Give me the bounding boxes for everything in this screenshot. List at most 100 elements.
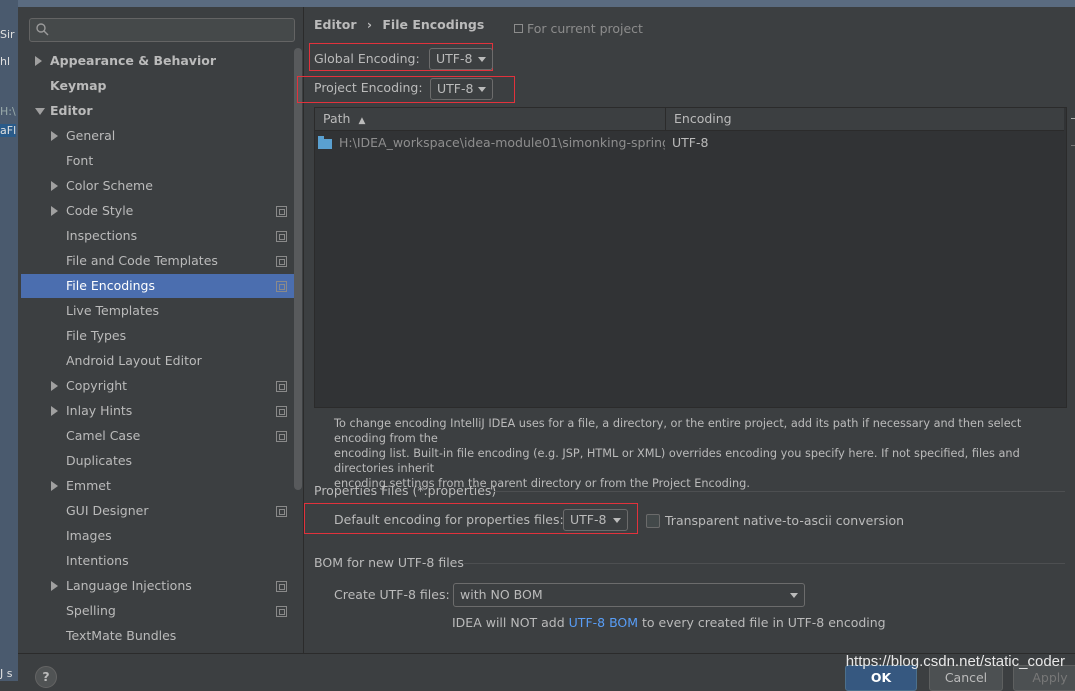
sidebar-item-label: Intentions (66, 553, 129, 568)
sidebar-item-appearance-behavior[interactable]: Appearance & Behavior (50, 50, 216, 72)
section-divider (464, 563, 1065, 564)
sidebar-item-label: Spelling (66, 603, 116, 618)
chevron-down-icon (790, 593, 798, 598)
sidebar-item-file-types[interactable]: File Types (66, 325, 126, 347)
sidebar-item-keymap[interactable]: Keymap (50, 75, 107, 97)
table-row[interactable]: H:\IDEA_workspace\idea-module01\simonkin… (315, 132, 1064, 154)
project-encoding-label: Project Encoding: (314, 80, 423, 95)
sidebar-item-label: Copyright (66, 378, 128, 393)
global-encoding-label: Global Encoding: (314, 51, 420, 66)
column-header-encoding[interactable]: Encoding (674, 108, 1054, 130)
sidebar-item-live-templates[interactable]: Live Templates (66, 300, 159, 322)
project-scope-icon (276, 581, 287, 592)
sidebar-item-code-style[interactable]: Code Style (66, 200, 133, 222)
sidebar-item-label: Keymap (50, 78, 107, 93)
global-encoding-value: UTF-8 (436, 51, 473, 66)
global-encoding-select[interactable]: UTF-8 (429, 48, 493, 70)
search-icon (36, 23, 49, 36)
bom-note-prefix: IDEA will NOT add (452, 615, 569, 630)
sidebar-item-general[interactable]: General (66, 125, 115, 147)
sidebar-item-label: TextMate Bundles (66, 628, 177, 643)
sidebar-item-label: Language Injections (66, 578, 192, 593)
sidebar-item-label: Code Style (66, 203, 134, 218)
column-path-label: Path (323, 111, 351, 126)
transparent-conversion-label[interactable]: Transparent native-to-ascii conversion (665, 513, 904, 528)
chevron-right-icon[interactable] (51, 181, 58, 191)
sidebar-item-color-scheme[interactable]: Color Scheme (66, 175, 153, 197)
transparent-conversion-checkbox[interactable] (646, 514, 660, 528)
project-encoding-select[interactable]: UTF-8 (430, 78, 493, 100)
breadcrumb-parent[interactable]: Editor (314, 17, 357, 32)
table-header: Path ▲ Encoding (315, 108, 1064, 131)
chevron-right-icon[interactable] (51, 581, 58, 591)
sidebar-item-font[interactable]: Font (66, 150, 93, 172)
bom-option-select[interactable]: with NO BOM (453, 583, 805, 607)
chevron-right-icon[interactable] (35, 56, 42, 66)
project-encoding-value: UTF-8 (437, 81, 474, 96)
sidebar-item-spelling[interactable]: Spelling (66, 600, 116, 622)
bg-text: hl (0, 55, 11, 68)
chevron-down-icon (478, 57, 486, 62)
chevron-right-icon[interactable] (51, 406, 58, 416)
sidebar-item-inlay-hints[interactable]: Inlay Hints (66, 400, 132, 422)
sidebar-item-label: Android Layout Editor (66, 353, 202, 368)
project-scope-icon (276, 606, 287, 617)
sidebar-item-file-and-code-templates[interactable]: File and Code Templates (66, 250, 218, 272)
project-scope-icon (276, 206, 287, 217)
help-line: encoding list. Built-in file encoding (e… (334, 447, 1020, 475)
scope-hint-text: For current project (527, 21, 643, 36)
sidebar-item-intentions[interactable]: Intentions (66, 550, 129, 572)
project-scope-icon (276, 406, 287, 417)
sidebar-item-emmet[interactable]: Emmet (66, 475, 111, 497)
row-path: H:\IDEA_workspace\idea-module01\simonkin… (339, 135, 665, 150)
help-button[interactable]: ? (35, 666, 57, 688)
project-scope-icon (276, 506, 287, 517)
chevron-down-icon[interactable] (35, 108, 45, 115)
bom-section-title: BOM for new UTF-8 files (314, 555, 464, 570)
chevron-right-icon[interactable] (51, 381, 58, 391)
sidebar-item-label: General (66, 128, 116, 143)
sidebar-item-android-layout-editor[interactable]: Android Layout Editor (66, 350, 202, 372)
chevron-right-icon[interactable] (51, 206, 58, 216)
tree-scrollbar[interactable] (294, 48, 302, 490)
sidebar-item-label: Camel Case (66, 428, 141, 443)
bom-note-suffix: to every created file in UTF-8 encoding (638, 615, 886, 630)
sidebar-item-label: File Types (66, 328, 127, 343)
sidebar-item-duplicates[interactable]: Duplicates (66, 450, 132, 472)
bg-text: J s (0, 667, 13, 680)
scope-hint: For current project (514, 21, 643, 36)
sidebar-item-copyright[interactable]: Copyright (66, 375, 127, 397)
sidebar-item-file-encodings[interactable]: File Encodings (66, 275, 155, 297)
sidebar-item-textmate-bundles[interactable]: TextMate Bundles (66, 625, 176, 647)
sidebar-item-images[interactable]: Images (66, 525, 112, 547)
column-header-path[interactable]: Path ▲ (323, 108, 663, 130)
project-scope-icon (276, 381, 287, 392)
project-scope-icon (276, 431, 287, 442)
breadcrumb-separator: › (366, 17, 373, 32)
chevron-right-icon[interactable] (51, 481, 58, 491)
bg-text: H:\ (0, 105, 16, 118)
properties-section-title: Properties Files (*.properties) (314, 483, 497, 498)
sidebar-item-label: Appearance & Behavior (50, 53, 216, 68)
sidebar-item-language-injections[interactable]: Language Injections (66, 575, 192, 597)
sidebar-item-label: File Encodings (66, 278, 156, 293)
sidebar-item-label: Font (66, 153, 94, 168)
sidebar-item-label: File and Code Templates (66, 253, 218, 268)
watermark: https://blog.csdn.net/static_coder (845, 653, 1065, 670)
sidebar-item-gui-designer[interactable]: GUI Designer (66, 500, 148, 522)
column-divider[interactable] (665, 108, 666, 130)
project-scope-icon (276, 256, 287, 267)
utf8-bom-link[interactable]: UTF-8 BOM (569, 615, 638, 630)
sidebar-item-camel-case[interactable]: Camel Case (66, 425, 140, 447)
sidebar-item-label: Live Templates (66, 303, 160, 318)
sort-ascending-icon: ▲ (358, 116, 366, 126)
search-input[interactable] (29, 18, 295, 42)
bg-text: Sir (0, 28, 15, 41)
chevron-down-icon (613, 518, 621, 523)
chevron-right-icon[interactable] (51, 131, 58, 141)
bom-option-value: with NO BOM (460, 587, 543, 602)
sidebar-item-editor[interactable]: Editor (50, 100, 93, 122)
properties-encoding-select[interactable]: UTF-8 (563, 509, 628, 531)
sidebar-item-inspections[interactable]: Inspections (66, 225, 137, 247)
row-encoding[interactable]: UTF-8 (672, 135, 708, 150)
